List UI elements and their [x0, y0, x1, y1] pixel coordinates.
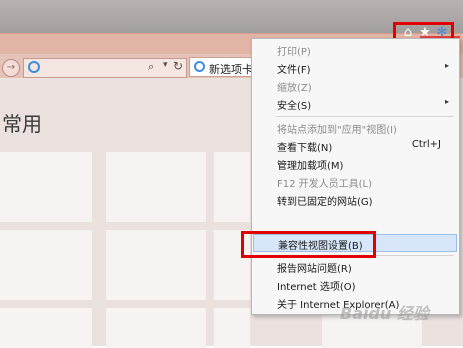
- menu-item-shortcut: Ctrl+J: [411, 139, 441, 150]
- tile[interactable]: [0, 308, 92, 348]
- menu-item-print[interactable]: 打印(P): [253, 41, 457, 59]
- menu-item-f12-devtools[interactable]: F12 开发人员工具(L): [253, 173, 457, 191]
- menu-divider: [276, 116, 454, 117]
- menu-item-pinned-sites[interactable]: 转到已固定的网站(G): [253, 191, 457, 209]
- tile[interactable]: [0, 152, 92, 222]
- menu-item-safety[interactable]: 安全(S) ▸: [253, 95, 457, 113]
- menu-item-label: 将站点添加到"应用"视图(I): [277, 125, 397, 136]
- compatibility-highlight-box: [241, 231, 376, 258]
- tools-menu: 打印(P) 文件(F) ▸ 缩放(Z) 安全(S) ▸ 将站点添加到"应用"视图…: [251, 38, 460, 315]
- menu-item-label: 管理加载项(M): [277, 161, 344, 172]
- menu-item-view-downloads[interactable]: 查看下载(N) Ctrl+J: [253, 137, 457, 155]
- menu-item-label: 安全(S): [277, 101, 312, 112]
- menu-item-zoom[interactable]: 缩放(Z): [253, 77, 457, 95]
- tile[interactable]: [0, 230, 92, 300]
- menu-item-file[interactable]: 文件(F) ▸: [253, 59, 457, 77]
- tile[interactable]: [214, 152, 250, 222]
- tile[interactable]: [106, 152, 206, 222]
- watermark-text: Baidu 经验: [340, 304, 429, 323]
- menu-item-label: 缩放(Z): [277, 83, 312, 94]
- address-bar[interactable]: ⌕ ▾ ↻: [23, 58, 187, 78]
- page-title: 常用: [2, 112, 42, 136]
- menu-item-internet-options[interactable]: Internet 选项(O): [253, 276, 457, 294]
- submenu-arrow-icon: ▸: [444, 61, 449, 70]
- ie-logo-icon: [28, 61, 40, 73]
- menu-item-label: Internet 选项(O): [277, 282, 356, 293]
- menu-item-label: 打印(P): [277, 47, 311, 58]
- tab-label: 新选项卡: [209, 63, 253, 76]
- menu-item-label: 查看下载(N): [277, 143, 333, 154]
- submenu-arrow-icon: ▸: [444, 97, 449, 106]
- search-icon[interactable]: ⌕: [148, 60, 154, 74]
- menu-item-label: 报告网站问题(R): [277, 264, 352, 275]
- tile[interactable]: [106, 308, 206, 348]
- back-forward-button[interactable]: →: [2, 59, 20, 77]
- tile[interactable]: [106, 230, 206, 300]
- menu-item-add-to-apps[interactable]: 将站点添加到"应用"视图(I): [253, 119, 457, 137]
- menu-item-label: 文件(F): [277, 65, 311, 76]
- menu-item-report-problems[interactable]: 报告网站问题(R): [253, 258, 457, 276]
- ie-tab-icon: [194, 61, 205, 72]
- refresh-icon[interactable]: ↻: [173, 59, 183, 73]
- chevron-down-icon[interactable]: ▾: [163, 60, 168, 70]
- menu-item-label: F12 开发人员工具(L): [277, 179, 373, 190]
- menu-item-manage-addons[interactable]: 管理加载项(M): [253, 155, 457, 173]
- tile[interactable]: [214, 308, 250, 348]
- menu-item-label: 转到已固定的网站(G): [277, 197, 373, 208]
